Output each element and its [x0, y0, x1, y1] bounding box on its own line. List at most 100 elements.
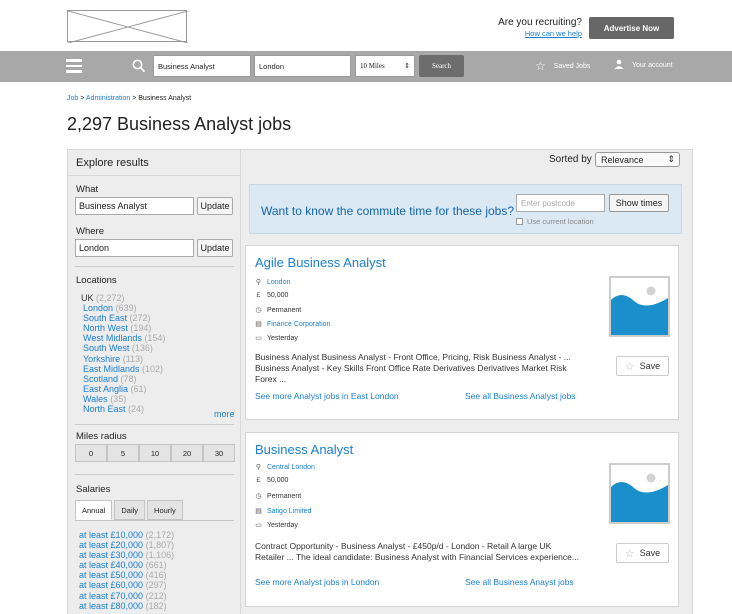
- recruit-help-link[interactable]: How can we help: [498, 29, 582, 38]
- salary-item[interactable]: at least £10,000 (2,172): [79, 530, 174, 540]
- location-item-uk[interactable]: UK (2,272): [81, 293, 165, 303]
- miles-select[interactable]: 10 Miles ⇕: [355, 55, 415, 77]
- save-label: Save: [639, 361, 661, 371]
- sidebar-where-input[interactable]: London: [75, 239, 194, 257]
- select-arrows-icon: ⇕: [404, 62, 410, 70]
- location-item[interactable]: South West (136): [81, 343, 165, 353]
- more-jobs-link[interactable]: See more Analyst jobs in London: [255, 577, 379, 587]
- update-what-button[interactable]: Update: [197, 197, 233, 215]
- location-item[interactable]: London (639): [81, 303, 165, 313]
- job-date: ▭ Yesterday: [255, 521, 298, 530]
- hamburger-icon[interactable]: [66, 59, 82, 73]
- update-where-button[interactable]: Update: [197, 239, 233, 257]
- use-location-checkbox[interactable]: Use current location: [516, 217, 594, 226]
- salary-item[interactable]: at least £20,000 (1,807): [79, 540, 174, 550]
- salary-item[interactable]: at least £30,000 (1,106): [79, 550, 174, 560]
- more-locations-link[interactable]: more: [214, 409, 235, 419]
- location-item[interactable]: Yorkshire (113): [81, 354, 165, 364]
- account-link[interactable]: Your account: [614, 59, 673, 71]
- recruiter-prompt: Are you recruiting? How can we help: [498, 17, 582, 38]
- building-icon: ▤: [255, 508, 262, 515]
- salary-item[interactable]: at least £50,000 (416): [79, 570, 174, 580]
- star-icon: ☆: [535, 59, 546, 73]
- salary-item[interactable]: at least £60,000 (297): [79, 580, 174, 590]
- commute-banner: Want to know the commute time for these …: [249, 184, 682, 234]
- location-item[interactable]: Wales (35): [81, 394, 165, 404]
- salary-item[interactable]: at least £70,000 (212): [79, 591, 174, 601]
- miles-option-0[interactable]: 0: [75, 444, 107, 462]
- job-date-value: Yesterday: [267, 334, 298, 342]
- what-search-input[interactable]: Business Analyst: [153, 55, 251, 77]
- location-item[interactable]: East Anglia (61): [81, 384, 165, 394]
- breadcrumb-job[interactable]: Job: [67, 95, 78, 102]
- breadcrumb-administration[interactable]: Administration: [86, 95, 130, 102]
- job-salary: £ 50,000: [255, 292, 289, 299]
- job-company-link[interactable]: Finance Corporation: [267, 321, 330, 328]
- job-description: Business Analyst Business Analyst - Fron…: [255, 352, 571, 384]
- where-search-input[interactable]: London: [254, 55, 351, 77]
- saved-jobs-link[interactable]: ☆ Saved Jobs: [535, 59, 590, 73]
- star-icon: ☆: [624, 547, 635, 560]
- divider: [75, 424, 234, 425]
- job-location-link[interactable]: London: [267, 279, 290, 286]
- calendar-icon: ▭: [255, 335, 262, 342]
- clock-icon: ◷: [255, 493, 262, 500]
- job-card: Agile Business Analyst ⚲ London £ 50,000…: [245, 245, 679, 420]
- search-button[interactable]: Search: [419, 55, 464, 77]
- job-type: ◷ Permanent: [255, 492, 302, 501]
- divider: [75, 474, 234, 475]
- show-times-button[interactable]: Show times: [609, 194, 669, 212]
- map-pin-icon: ⚲: [255, 464, 262, 471]
- pound-icon: £: [256, 292, 261, 299]
- job-location: ⚲ London: [255, 278, 290, 287]
- star-icon: ☆: [624, 360, 635, 373]
- job-date: ▭ Yesterday: [255, 334, 298, 343]
- sidebar-what-input[interactable]: Business Analyst: [75, 197, 194, 215]
- save-label: Save: [639, 548, 661, 558]
- location-item[interactable]: West Midlands (154): [81, 333, 165, 343]
- site-logo[interactable]: [67, 10, 188, 43]
- explore-sidebar: Explore results What Business Analyst Up…: [67, 149, 241, 614]
- salary-item[interactable]: at least £40,000 (661): [79, 560, 174, 570]
- miles-option-10[interactable]: 10: [139, 444, 171, 462]
- calendar-icon: ▭: [255, 522, 262, 529]
- tab-hourly[interactable]: Hourly: [147, 500, 183, 520]
- job-location: ⚲ Central London: [255, 463, 315, 472]
- more-jobs-link[interactable]: See more Analyst jobs in East London: [255, 391, 399, 401]
- job-title-link[interactable]: Agile Business Analyst: [255, 255, 386, 270]
- location-item[interactable]: North West (194): [81, 323, 165, 333]
- miles-option-30[interactable]: 30: [203, 444, 235, 462]
- sort-select[interactable]: Relevance ⇕: [595, 152, 680, 167]
- job-title-link[interactable]: Business Analyst: [255, 442, 353, 457]
- job-company: ▤ Finance Corporation: [255, 320, 330, 329]
- miles-option-5[interactable]: 5: [107, 444, 139, 462]
- miles-radius-label: Miles radius: [76, 431, 127, 442]
- recruit-question: Are you recruiting?: [498, 17, 582, 28]
- postcode-input[interactable]: Enter postcode: [516, 194, 605, 212]
- location-item[interactable]: South East (272): [81, 313, 165, 323]
- job-type-value: Permanent: [267, 492, 302, 500]
- saved-jobs-label: Saved Jobs: [553, 62, 591, 70]
- location-item[interactable]: Scotland (78): [81, 374, 165, 384]
- tab-daily[interactable]: Daily: [114, 500, 146, 520]
- salary-tabs: Annual Daily Hourly: [75, 500, 185, 520]
- salaries-list: at least £10,000 (2,172) at least £20,00…: [79, 530, 174, 611]
- location-item[interactable]: North East (24): [81, 404, 165, 414]
- save-job-button[interactable]: ☆ Save: [616, 356, 669, 376]
- job-company-link[interactable]: Satigo Limited: [267, 508, 311, 515]
- miles-option-20[interactable]: 20: [171, 444, 203, 462]
- salary-item[interactable]: at least £80,000 (182): [79, 601, 174, 611]
- tab-annual[interactable]: Annual: [75, 500, 113, 520]
- building-icon: ▤: [255, 321, 262, 328]
- location-item[interactable]: East Midlands (102): [81, 364, 165, 374]
- advertise-now-button[interactable]: Advertise Now: [589, 17, 674, 39]
- user-icon: [614, 59, 624, 71]
- job-location-link[interactable]: Central London: [267, 464, 315, 471]
- miles-radius-selector: 0 5 10 20 30: [75, 444, 235, 462]
- all-jobs-link[interactable]: See all Business Analyst jobs: [465, 391, 576, 401]
- locations-list: UK (2,272) London (639) South East (272)…: [81, 293, 165, 414]
- clock-icon: ◷: [255, 307, 262, 314]
- job-salary-value: 50,000: [267, 477, 289, 484]
- all-jobs-link[interactable]: See all Business Anayst jobs: [465, 577, 574, 587]
- save-job-button[interactable]: ☆ Save: [616, 543, 669, 563]
